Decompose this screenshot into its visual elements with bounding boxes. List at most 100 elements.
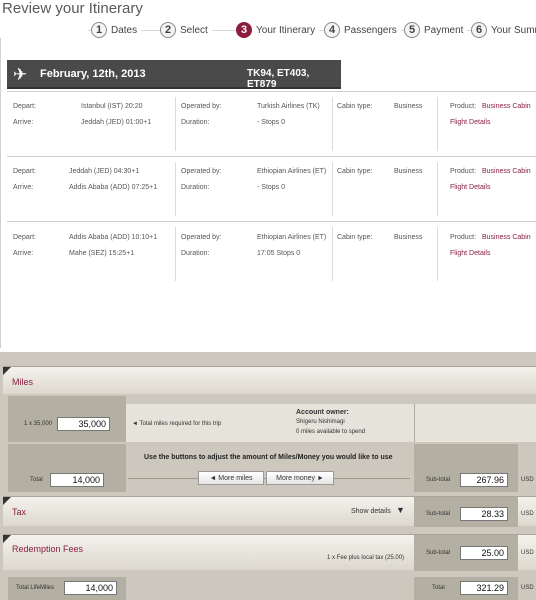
duration-value: - Stops 0 — [257, 119, 286, 126]
step-number: 6 — [471, 22, 487, 38]
lifemiles-total-label: Total LifeMiles — [16, 585, 55, 591]
step-number: 3 — [236, 22, 252, 38]
step-number: 4 — [324, 22, 340, 38]
depart-value: Istanbul (IST) 20:20 — [81, 103, 143, 110]
step-your-summary[interactable]: 6 Your Summ — [471, 22, 536, 38]
step-label: Payment — [424, 24, 464, 36]
duration-value: - Stops 0 — [257, 184, 286, 191]
depart-label: Depart: — [13, 234, 36, 241]
flight-segment: Depart: Addis Ababa (ADD) 10:10+1 Arrive… — [7, 221, 536, 285]
itinerary-date-bar: ✈ February, 12th, 2013 TK94, ET403, ET87… — [7, 60, 341, 90]
column-divider — [175, 97, 176, 151]
product-value: Business Cabin — [482, 168, 531, 175]
product-label: Product: — [450, 103, 477, 110]
step-label: Passengers — [344, 24, 397, 36]
show-details-link[interactable]: Show details — [351, 508, 391, 515]
step-number: 1 — [91, 22, 107, 38]
currency-label: USD — [521, 585, 534, 591]
miles-total-field[interactable]: 14,000 — [50, 473, 104, 487]
more-miles-button[interactable]: ◄ More miles — [198, 471, 264, 485]
arrive-label: Arrive: — [13, 184, 34, 191]
column-divider — [332, 162, 333, 216]
step-number: 2 — [160, 22, 176, 38]
step-payment[interactable]: 5 Payment — [404, 22, 468, 38]
airplane-icon: ✈ — [13, 65, 28, 84]
miles-required-note: ◄ Total miles required for this trip — [132, 421, 222, 427]
fees-header: Redemption Fees 1 x Fee plus local tax (… — [3, 534, 536, 571]
tax-heading: Tax — [12, 507, 27, 517]
adjust-instructions: Use the buttons to adjust the amount of … — [144, 454, 393, 461]
product-label: Product: — [450, 168, 477, 175]
currency-label: USD — [521, 477, 534, 483]
airline-value: Ethiopian Airlines (ET) — [257, 168, 327, 175]
flight-details-link[interactable]: Flight Details — [450, 184, 490, 191]
miles-subtotal-label: Sub-total — [426, 477, 451, 483]
cabin-label: Cabin type: — [337, 234, 373, 241]
page-title: Review your Itinerary — [2, 0, 143, 17]
tax-header: Tax Show details ▼ Sub-total 28.33 USD — [3, 496, 536, 527]
arrive-value: Addis Ababa (ADD) 07:25+1 — [69, 184, 158, 191]
currency-label: USD — [521, 550, 534, 556]
account-owner-label: Account owner: — [296, 409, 349, 416]
miles-subtotal-field[interactable]: 267.96 — [460, 473, 508, 487]
step-number: 5 — [404, 22, 420, 38]
fees-subtotal-label: Sub-total — [426, 550, 451, 556]
tax-subtotal-label: Sub-total — [426, 511, 451, 517]
chevron-down-icon[interactable]: ▼ — [396, 505, 405, 515]
miles-right-panel — [414, 404, 536, 442]
fees-heading: Redemption Fees — [12, 544, 84, 554]
cabin-value: Business — [394, 234, 423, 241]
flight-numbers: TK94, ET403, ET879 — [247, 68, 310, 90]
arrive-label: Arrive: — [13, 119, 34, 126]
depart-label: Depart: — [13, 103, 36, 110]
grand-total-label: Total — [432, 585, 445, 591]
column-divider — [332, 227, 333, 281]
fees-note: 1 x Fee plus local tax (25.00) — [327, 555, 405, 561]
product-value: Business Cabin — [482, 234, 531, 241]
corner-marker — [3, 497, 11, 505]
product-label: Product: — [450, 234, 477, 241]
account-owner-name: Shigeru Nishimagi — [296, 419, 345, 425]
product-value: Business Cabin — [482, 103, 531, 110]
payment-summary: Miles 1 x 35,000 35,000 ◄ Total miles re… — [0, 352, 536, 600]
step-label: Your Itinerary — [256, 24, 316, 36]
arrive-label: Arrive: — [13, 250, 34, 257]
depart-value: Jeddah (JED) 04:30+1 — [69, 168, 140, 175]
step-label: Dates — [111, 24, 138, 36]
flight-segment: Depart: Jeddah (JED) 04:30+1 Arrive: Add… — [7, 156, 536, 220]
miles-header: Miles — [3, 366, 536, 394]
column-divider — [437, 162, 438, 216]
step-dates[interactable]: 1 Dates — [91, 22, 142, 38]
fees-subtotal-field[interactable]: 25.00 — [460, 546, 508, 560]
operated-label: Operated by: — [181, 103, 222, 110]
column-divider — [437, 227, 438, 281]
step-passengers[interactable]: 4 Passengers — [324, 22, 401, 38]
duration-value: 17:05 Stops 0 — [257, 250, 301, 257]
operated-label: Operated by: — [181, 234, 222, 241]
operated-label: Operated by: — [181, 168, 222, 175]
grand-total-field[interactable]: 321.29 — [460, 581, 508, 595]
tax-subtotal-field[interactable]: 28.33 — [460, 507, 508, 521]
miles-heading: Miles — [12, 377, 34, 387]
column-divider — [175, 227, 176, 281]
depart-label: Depart: — [13, 168, 36, 175]
miles-multiplier: 1 x 35,000 — [24, 421, 53, 427]
step-label: Your Summ — [491, 24, 536, 36]
more-money-button[interactable]: More money ► — [266, 471, 334, 485]
flight-details-link[interactable]: Flight Details — [450, 250, 490, 257]
miles-available: 0 miles available to spend — [296, 429, 366, 435]
travel-date: February, 12th, 2013 — [40, 68, 146, 80]
lifemiles-total-field[interactable]: 14,000 — [64, 581, 117, 595]
currency-label: USD — [521, 511, 534, 517]
flight-details-link[interactable]: Flight Details — [450, 119, 490, 126]
step-your-itinerary[interactable]: 3 Your Itinerary — [236, 22, 320, 38]
column-divider — [332, 97, 333, 151]
corner-marker — [3, 535, 11, 543]
duration-label: Duration: — [181, 184, 210, 191]
column-divider — [175, 162, 176, 216]
miles-required-field[interactable]: 35,000 — [57, 417, 110, 431]
cabin-label: Cabin type: — [337, 103, 373, 110]
step-select[interactable]: 2 Select — [160, 22, 212, 38]
cabin-value: Business — [394, 168, 423, 175]
step-label: Select — [180, 24, 208, 36]
